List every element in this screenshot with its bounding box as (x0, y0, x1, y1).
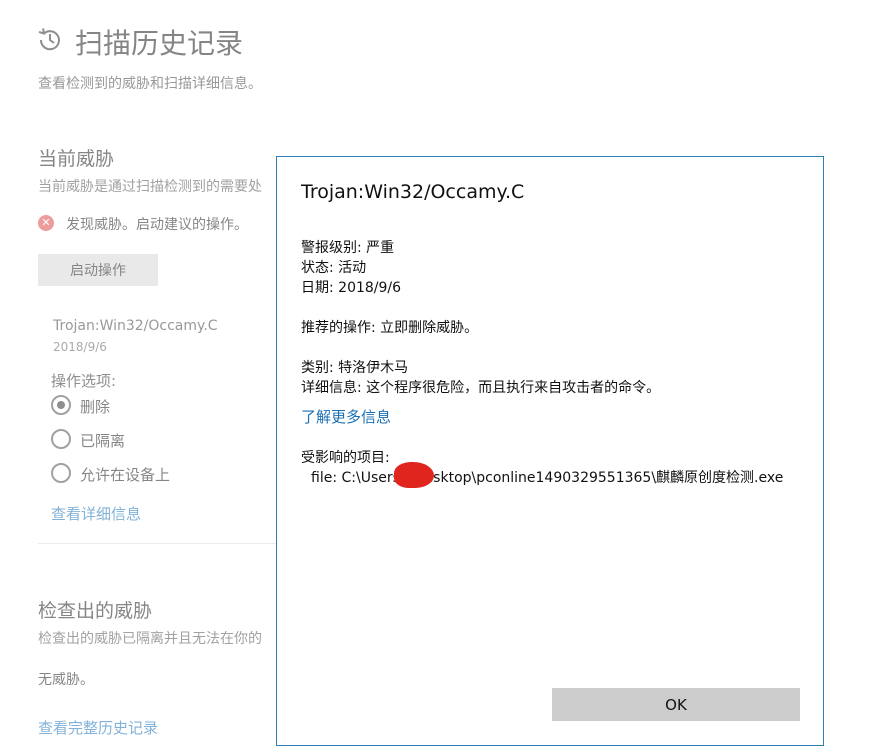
category: 类别: 特洛伊木马 (301, 360, 409, 376)
threat-warning-text: 发现威胁。启动建议的操作。 (66, 217, 248, 233)
start-action-button[interactable]: 启动操作 (38, 254, 158, 286)
current-threats-subtitle: 当前威胁是通过扫描检测到的需要处 (38, 179, 262, 195)
page-subtitle: 查看检测到的威胁和扫描详细信息。 (38, 76, 262, 92)
no-threats-text: 无威胁。 (38, 672, 94, 688)
action-options-title: 操作选项: (51, 372, 117, 390)
alert-level: 警报级别: 严重 (301, 240, 395, 256)
detected-threats-title: 检查出的威胁 (38, 600, 153, 622)
threat-name[interactable]: Trojan:Win32/Occamy.C (53, 318, 218, 334)
page-title: 扫描历史记录 (75, 27, 244, 60)
radio-allow[interactable] (51, 463, 71, 483)
threat-date: 2018/9/6 (53, 340, 107, 354)
radio-remove-label: 删除 (80, 398, 111, 416)
view-full-history-link[interactable]: 查看完整历史记录 (38, 717, 158, 738)
radio-allow-label: 允许在设备上 (80, 466, 171, 484)
dialog-title: Trojan:Win32/Occamy.C (301, 181, 525, 203)
learn-more-link[interactable]: 了解更多信息 (301, 406, 391, 427)
view-details-link[interactable]: 查看详细信息 (51, 503, 141, 524)
radio-quarantine[interactable] (51, 429, 71, 449)
recommended-action: 推荐的操作: 立即删除威胁。 (301, 320, 479, 336)
ok-button[interactable]: OK (552, 688, 800, 721)
radio-quarantine-label: 已隔离 (80, 432, 126, 450)
affected-items-label: 受影响的项目: (301, 450, 390, 466)
affected-file-path: file: C:\Users\ \Desktop\pconline1490329… (311, 470, 784, 486)
current-threats-title: 当前威胁 (38, 148, 115, 170)
detected-threats-subtitle: 检查出的威胁已隔离并且无法在你的 (38, 631, 262, 647)
date: 日期: 2018/9/6 (301, 280, 402, 296)
radio-remove[interactable] (51, 395, 71, 415)
history-icon (38, 28, 60, 51)
details: 详细信息: 这个程序很危险，而且执行来自攻击者的命令。 (301, 380, 661, 396)
redaction-mark (394, 462, 434, 488)
status: 状态: 活动 (301, 260, 367, 276)
divider (38, 543, 278, 544)
threat-details-dialog: Trojan:Win32/Occamy.C 警报级别: 严重 状态: 活动 日期… (276, 156, 824, 746)
error-icon: ✕ (38, 215, 54, 231)
